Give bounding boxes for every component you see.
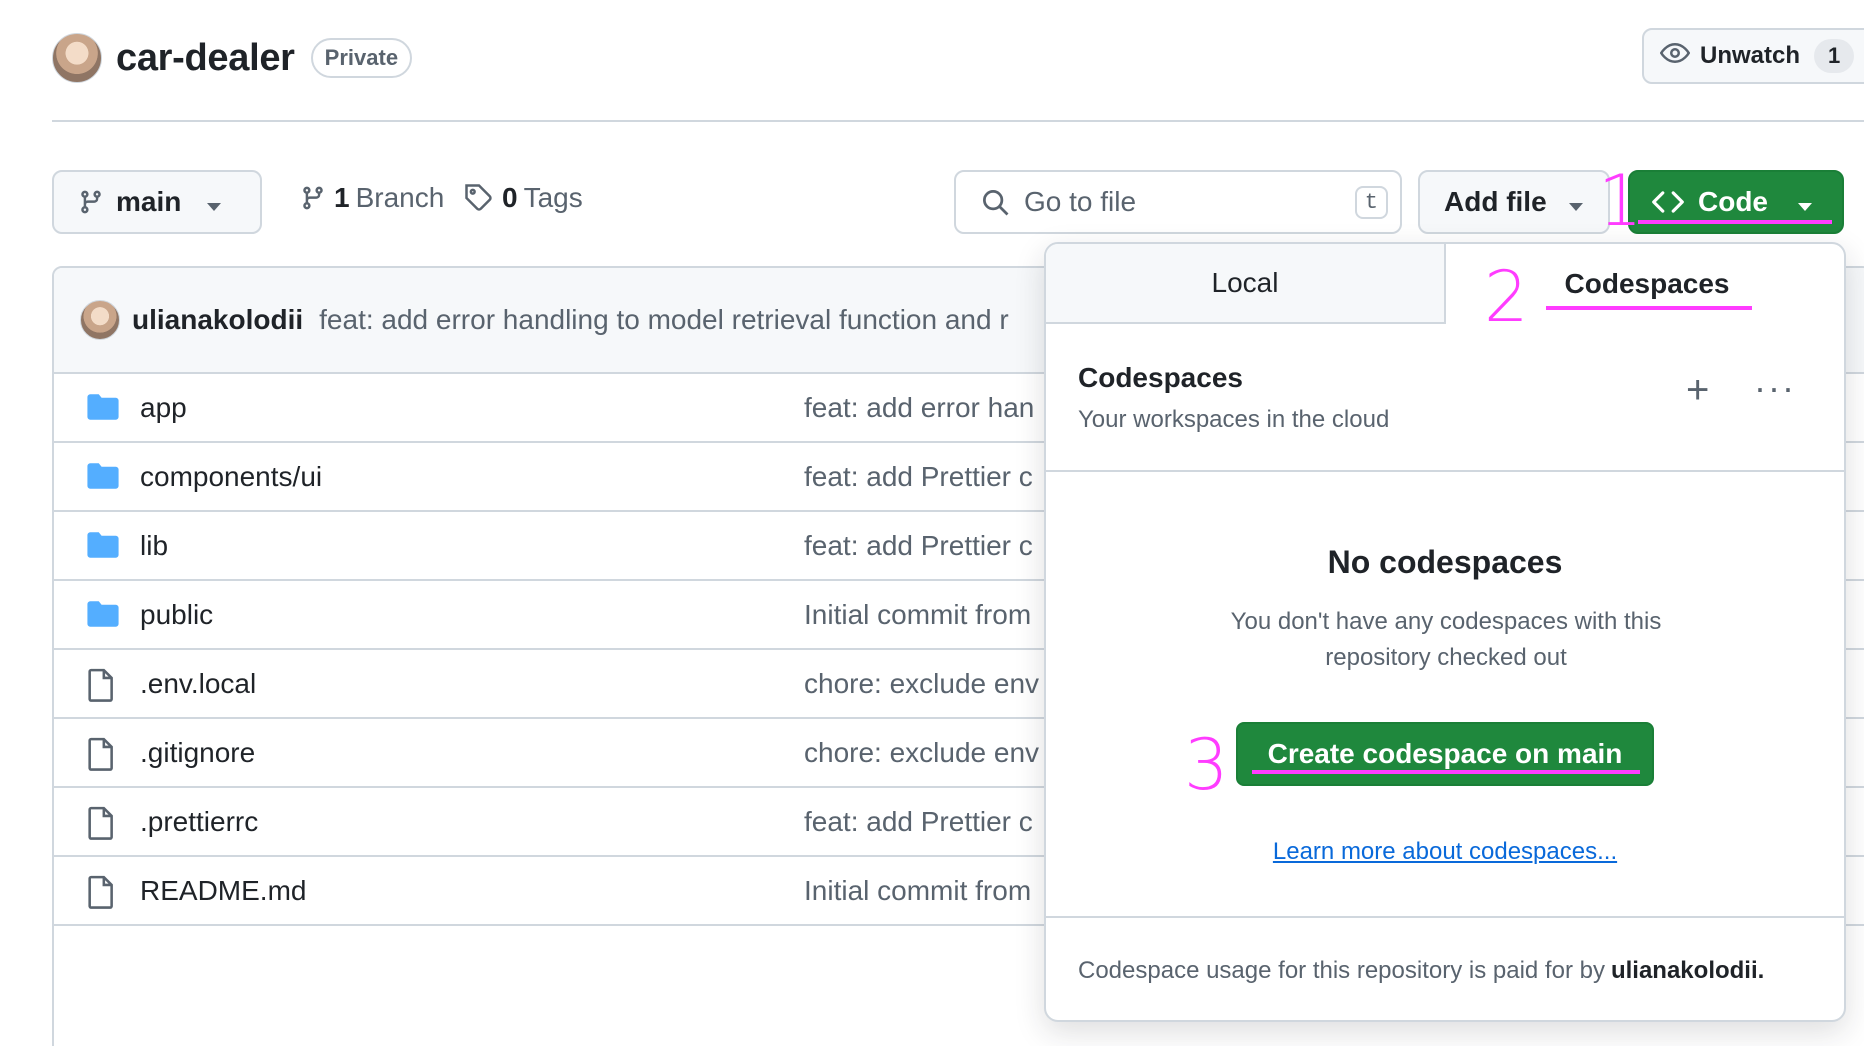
tag-icon bbox=[464, 183, 494, 213]
empty-state-title: No codespaces bbox=[1327, 544, 1563, 580]
visibility-badge: Private bbox=[310, 38, 413, 78]
repo-header: car-dealer Private bbox=[52, 32, 413, 84]
annotation-underline bbox=[1252, 770, 1640, 774]
codespaces-title: Codespaces bbox=[1078, 362, 1243, 393]
file-commit-message[interactable]: feat: add error han bbox=[804, 392, 1034, 424]
create-codespace-button[interactable]: Create codespace on main bbox=[1236, 722, 1654, 786]
file-name[interactable]: lib bbox=[140, 530, 168, 562]
file-name[interactable]: public bbox=[140, 599, 213, 631]
add-file-label: Add file bbox=[1444, 186, 1547, 217]
code-button[interactable]: Code bbox=[1628, 170, 1844, 234]
repo-name[interactable]: car-dealer bbox=[116, 37, 295, 80]
code-dropdown-panel: Local Codespaces Codespaces Your workspa… bbox=[1044, 242, 1846, 1022]
file-commit-message[interactable]: Initial commit from bbox=[804, 875, 1031, 907]
codespaces-subtitle: Your workspaces in the cloud bbox=[1078, 406, 1390, 433]
git-branch-icon bbox=[78, 187, 104, 217]
empty-state-description: You don't have any codespaces with this … bbox=[1230, 608, 1662, 671]
annotation-underline bbox=[1638, 220, 1832, 224]
search-icon bbox=[980, 187, 1010, 217]
codespaces-footer: Codespace usage for this repository is p… bbox=[1046, 916, 1844, 1020]
file-icon bbox=[86, 737, 116, 778]
code-icon bbox=[1652, 189, 1684, 215]
branches-label: Branch bbox=[355, 182, 445, 213]
file-name[interactable]: .gitignore bbox=[140, 737, 255, 769]
file-icon bbox=[86, 806, 116, 847]
file-commit-message[interactable]: feat: add Prettier c bbox=[804, 530, 1033, 562]
tab-codespaces-label: Codespaces bbox=[1564, 268, 1730, 299]
folder-icon bbox=[86, 530, 120, 567]
folder-icon bbox=[86, 599, 120, 636]
header-divider bbox=[52, 120, 1864, 122]
file-icon bbox=[86, 875, 116, 916]
file-icon bbox=[86, 668, 116, 709]
go-to-file-input[interactable]: Go to file t bbox=[954, 170, 1402, 234]
commit-message[interactable]: feat: add error handling to model retrie… bbox=[319, 304, 1009, 336]
branch-selector[interactable]: main bbox=[52, 170, 262, 234]
file-commit-message[interactable]: chore: exclude env bbox=[804, 668, 1039, 700]
branches-link[interactable]: 1 Branch bbox=[300, 182, 444, 214]
unwatch-label: Unwatch bbox=[1700, 42, 1801, 69]
chevron-down-icon bbox=[207, 186, 222, 218]
tags-label: Tags bbox=[523, 182, 583, 213]
footer-text: Codespace usage for this repository is p… bbox=[1078, 957, 1605, 984]
file-name[interactable]: .env.local bbox=[140, 668, 256, 700]
folder-icon bbox=[86, 392, 120, 429]
chevron-down-icon bbox=[1798, 186, 1812, 218]
unwatch-button[interactable]: Unwatch 1 bbox=[1642, 28, 1864, 84]
folder-icon bbox=[86, 461, 120, 498]
watch-count: 1 bbox=[1814, 39, 1855, 73]
tab-local[interactable]: Local bbox=[1046, 244, 1446, 324]
branch-name: main bbox=[116, 186, 182, 217]
tags-count: 0 bbox=[502, 182, 518, 213]
footer-user: ulianakolodii. bbox=[1610, 957, 1765, 984]
learn-more-link[interactable]: Learn more about codespaces... bbox=[1046, 838, 1844, 866]
kebab-horizontal-icon[interactable]: ··· bbox=[1754, 370, 1796, 406]
file-name[interactable]: components/ui bbox=[140, 461, 322, 493]
shortcut-key: t bbox=[1354, 185, 1388, 219]
add-file-button[interactable]: Add file bbox=[1418, 170, 1610, 234]
chevron-down-icon bbox=[1568, 186, 1583, 218]
file-name[interactable]: app bbox=[140, 392, 187, 424]
eye-icon bbox=[1659, 38, 1691, 75]
create-codespace-label: Create codespace on main bbox=[1267, 738, 1623, 769]
commit-author-avatar[interactable] bbox=[80, 300, 120, 340]
file-commit-message[interactable]: chore: exclude env bbox=[804, 737, 1039, 769]
file-commit-message[interactable]: Initial commit from bbox=[804, 599, 1031, 631]
annotation-number-2: 2 bbox=[1484, 256, 1529, 338]
file-commit-message[interactable]: feat: add Prettier c bbox=[804, 461, 1033, 493]
file-commit-message[interactable]: feat: add Prettier c bbox=[804, 806, 1033, 838]
git-branch-icon bbox=[300, 183, 326, 213]
file-name[interactable]: .prettierrc bbox=[140, 806, 258, 838]
plus-icon[interactable]: + bbox=[1686, 370, 1709, 410]
codespaces-header: Codespaces Your workspaces in the cloud … bbox=[1046, 324, 1844, 472]
annotation-number-1: 1 bbox=[1598, 160, 1643, 242]
file-name[interactable]: README.md bbox=[140, 875, 306, 907]
tags-link[interactable]: 0 Tags bbox=[464, 182, 583, 214]
commit-author[interactable]: ulianakolodii bbox=[132, 304, 303, 336]
annotation-underline bbox=[1546, 306, 1752, 310]
go-to-file-placeholder: Go to file bbox=[1024, 186, 1137, 217]
owner-avatar[interactable] bbox=[52, 33, 102, 83]
annotation-number-3: 3 bbox=[1184, 724, 1229, 806]
branches-count: 1 bbox=[334, 182, 350, 213]
code-label: Code bbox=[1698, 186, 1768, 217]
